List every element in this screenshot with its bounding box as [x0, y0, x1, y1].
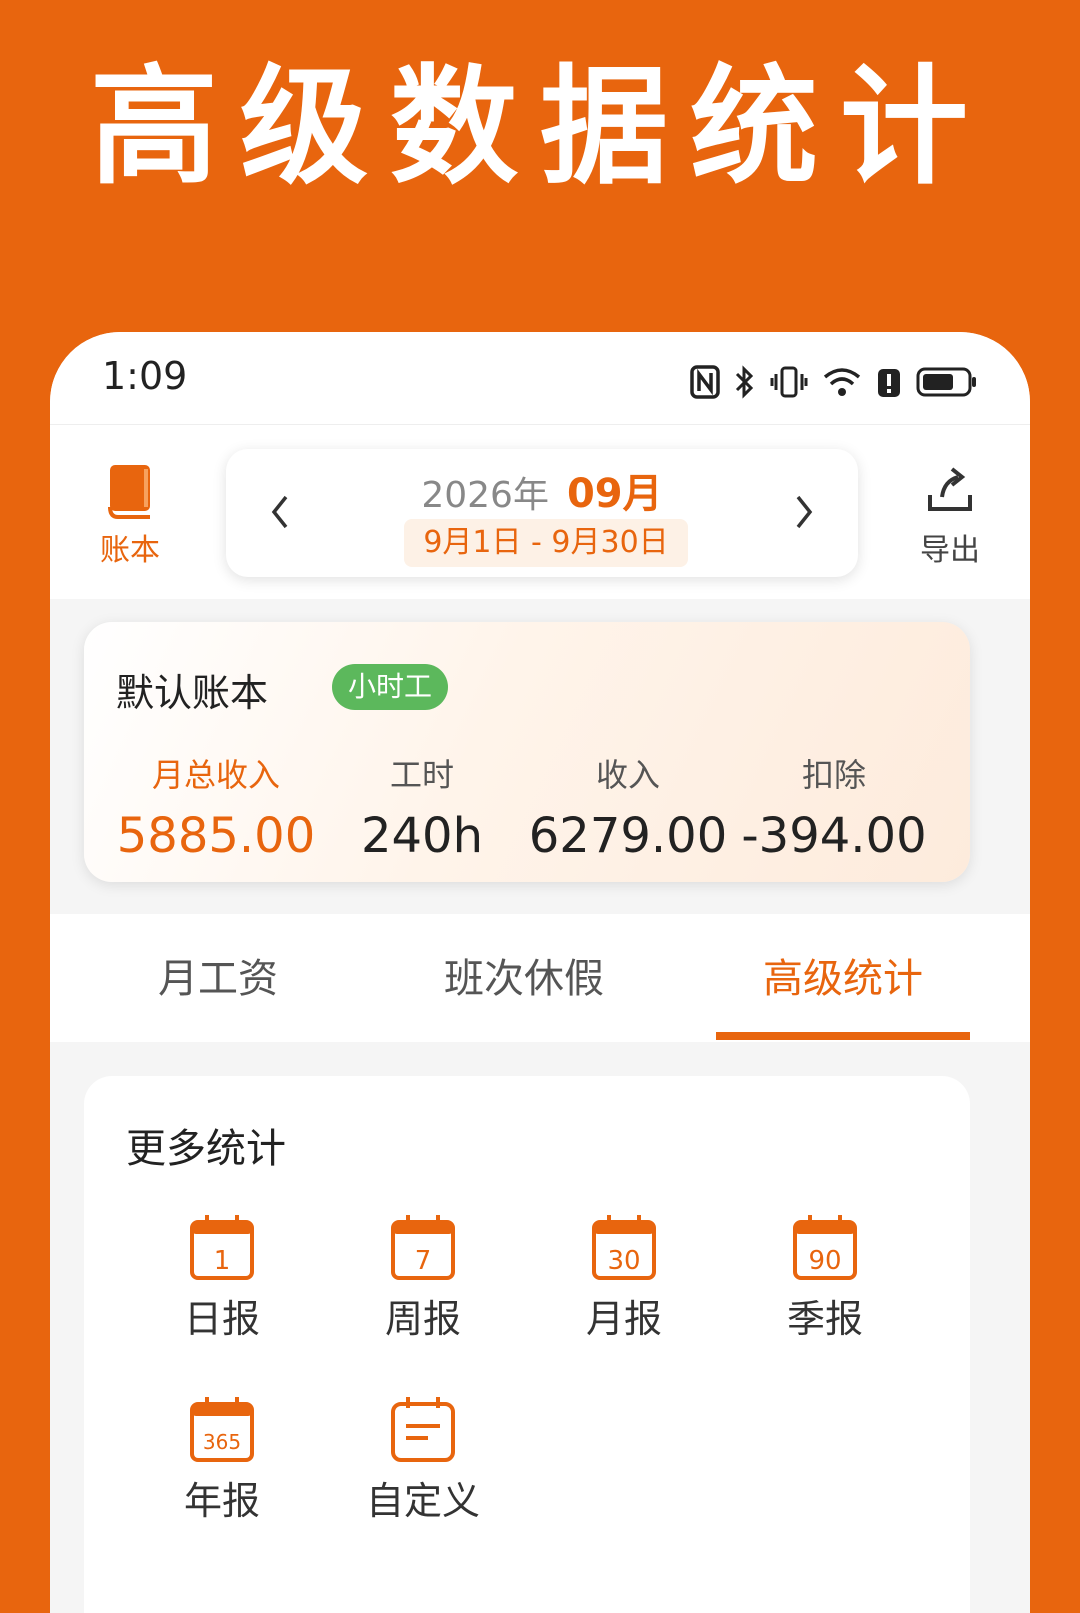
book-icon — [108, 465, 150, 519]
report-label: 季报 — [786, 1297, 863, 1341]
calendar-365-icon: 365 — [190, 1397, 254, 1462]
stat-label: 月总收入 — [151, 756, 280, 794]
stat-income: 收入 6279.00 — [528, 750, 728, 864]
stat-total-income: 月总收入 5885.00 — [116, 750, 316, 864]
ledger-type-badge: 小时工 — [332, 664, 449, 710]
stat-deduction: 扣除 -394.00 — [734, 750, 934, 864]
stat-value: -394.00 — [741, 808, 927, 864]
tab-bar: 月工资 班次休假 高级统计 — [50, 914, 1030, 1042]
date-range[interactable]: 9月1日 - 9月30日 — [404, 519, 688, 567]
ledger-label: 账本 — [100, 533, 160, 568]
calendar-1-icon: 1 — [190, 1215, 254, 1280]
svg-text:30: 30 — [607, 1246, 640, 1276]
svg-text:7: 7 — [415, 1246, 432, 1276]
export-label: 导出 — [920, 533, 980, 568]
calendar-30-icon: 30 — [592, 1215, 656, 1280]
battery-icon — [916, 367, 976, 397]
stat-value: 6279.00 — [528, 808, 728, 864]
date-month: 09月 — [566, 471, 663, 517]
vibrate-icon — [770, 366, 808, 398]
ledger-button[interactable]: 账本 — [80, 463, 180, 569]
calendar-90-icon: 90 — [793, 1215, 857, 1280]
calendar-custom-icon — [391, 1397, 455, 1462]
status-time: 1:09 — [102, 354, 188, 398]
report-label: 月报 — [585, 1297, 662, 1341]
stat-value: 240h — [360, 808, 484, 864]
stat-value: 5885.00 — [116, 808, 316, 864]
tab-monthly-wage[interactable]: 月工资 — [68, 946, 368, 1004]
report-quarterly[interactable]: 90 季报 — [745, 1212, 905, 1343]
report-label: 周报 — [384, 1297, 461, 1341]
report-yearly[interactable]: 365 年报 — [142, 1394, 302, 1525]
report-label: 年报 — [183, 1479, 260, 1523]
more-stats-card: 更多统计 1 日报 7 周报 30 月报 90 季报 365 年报 自定义 — [84, 1076, 970, 1613]
alert-icon — [878, 369, 900, 397]
svg-text:365: 365 — [203, 1430, 241, 1454]
tab-advanced-stats[interactable]: 高级统计 — [693, 946, 993, 1004]
date-title: 2026年 09月 — [226, 461, 858, 519]
date-year: 2026年 — [421, 475, 549, 516]
more-stats-title: 更多统计 — [126, 1126, 286, 1172]
report-monthly[interactable]: 30 月报 — [544, 1212, 704, 1343]
status-bar: 1:09 — [50, 332, 1030, 424]
date-selector: 2026年 09月 9月1日 - 9月30日 — [226, 449, 858, 577]
app-header: 账本 2026年 09月 9月1日 - 9月30日 导出 — [50, 424, 1030, 599]
phone-screen: 1:09 账本 2026年 09月 9月1日 - 9月30日 导出 默认账本 小… — [50, 332, 1030, 1613]
status-icons — [690, 362, 978, 402]
stat-hours: 工时 240h — [322, 750, 522, 864]
report-weekly[interactable]: 7 周报 — [343, 1212, 503, 1343]
export-button[interactable]: 导出 — [900, 463, 1000, 569]
report-daily[interactable]: 1 日报 — [142, 1212, 302, 1343]
promo-headline: 高级数据统计 — [89, 53, 990, 202]
tab-shift-leave[interactable]: 班次休假 — [374, 946, 674, 1004]
report-label: 自定义 — [365, 1479, 480, 1523]
svg-text:90: 90 — [808, 1246, 841, 1276]
export-icon — [928, 467, 972, 511]
stat-label: 工时 — [389, 756, 454, 794]
tab-active-indicator — [716, 1032, 970, 1040]
ledger-name: 默认账本 — [116, 671, 269, 715]
report-label: 日报 — [183, 1297, 260, 1341]
svg-text:1: 1 — [214, 1246, 231, 1276]
nfc-icon — [690, 365, 720, 399]
ledger-summary-card[interactable]: 默认账本 小时工 月总收入 5885.00 工时 240h 收入 6279.00… — [84, 622, 970, 882]
report-custom[interactable]: 自定义 — [343, 1394, 503, 1525]
stat-label: 收入 — [595, 756, 660, 794]
bluetooth-icon — [735, 365, 754, 399]
calendar-7-icon: 7 — [391, 1215, 455, 1280]
wifi-icon — [823, 368, 861, 396]
stat-label: 扣除 — [801, 756, 866, 794]
chevron-right-icon[interactable] — [784, 487, 824, 537]
